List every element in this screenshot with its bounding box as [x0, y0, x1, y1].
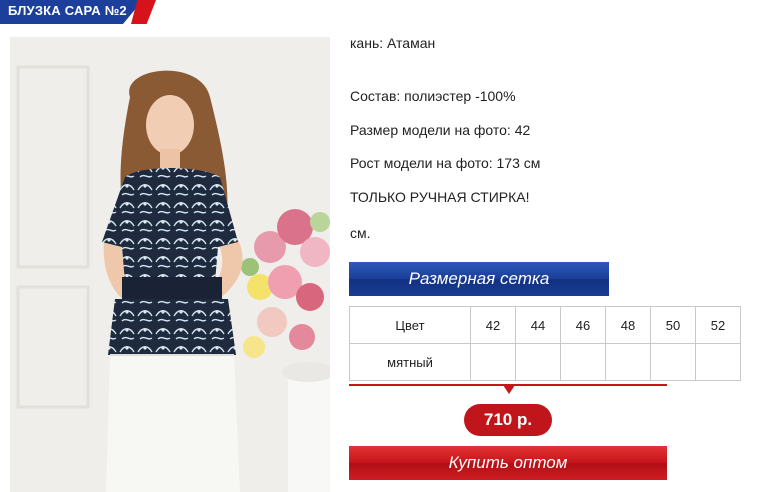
quantity-cell[interactable]: [560, 343, 606, 381]
buy-wholesale-button[interactable]: Купить оптом: [349, 446, 667, 480]
product-photo-illustration: [10, 37, 330, 492]
quantity-cell[interactable]: [515, 343, 561, 381]
size-chart-button[interactable]: Размерная сетка: [349, 262, 609, 296]
size-table-header-row: Цвет 42 44 46 48 50 52: [349, 306, 741, 344]
quantity-cell[interactable]: [695, 343, 741, 381]
size-header: 46: [560, 306, 606, 344]
product-title: БЛУЗКА САРА №2: [8, 3, 127, 18]
size-header: 44: [515, 306, 561, 344]
size-header: 42: [470, 306, 516, 344]
size-header: 50: [650, 306, 696, 344]
quantity-cell[interactable]: [605, 343, 651, 381]
size-header: 48: [605, 306, 651, 344]
product-title-tab: БЛУЗКА САРА №2: [0, 0, 156, 24]
color-name-cell: мятный: [349, 343, 471, 381]
color-column-header: Цвет: [349, 306, 471, 344]
price-pointer-icon: [503, 385, 515, 394]
fabric-line: кань: Атаман: [350, 35, 436, 51]
care-line: ТОЛЬКО РУЧНАЯ СТИРКА!: [350, 189, 530, 205]
composition-line: Состав: полиэстер -100%: [350, 88, 516, 104]
size-header: 52: [695, 306, 741, 344]
quantity-cell[interactable]: [650, 343, 696, 381]
extra-line: см.: [350, 225, 371, 241]
model-height-line: Рост модели на фото: 173 см: [350, 155, 541, 171]
product-photo: [10, 37, 330, 492]
table-row: мятный: [349, 343, 741, 381]
model-size-line: Размер модели на фото: 42: [350, 122, 531, 138]
quantity-cell[interactable]: [470, 343, 516, 381]
size-table: Цвет 42 44 46 48 50 52 мятный: [349, 306, 741, 381]
price-badge: 710 р.: [464, 404, 552, 436]
